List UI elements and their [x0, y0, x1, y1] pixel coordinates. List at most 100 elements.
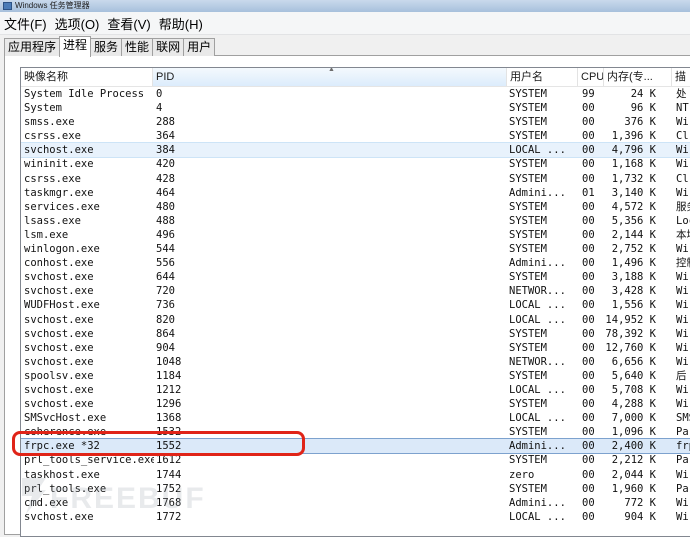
process-description: Par: [676, 426, 690, 439]
process-pid: 288: [156, 116, 175, 129]
process-description: Wi: [676, 243, 689, 256]
table-row[interactable]: lsm.exe 496 SYSTEM 00 2,144 K 本地: [21, 228, 690, 242]
table-row[interactable]: lsass.exe 488 SYSTEM 00 5,356 K Loc: [21, 214, 690, 228]
table-row[interactable]: services.exe 480 SYSTEM 00 4,572 K 服务: [21, 200, 690, 214]
process-memory: 12,760 K: [605, 341, 656, 354]
table-row[interactable]: svchost.exe 820 LOCAL ... 00 14,952 K Wi: [21, 313, 690, 327]
process-user: LOCAL ...: [509, 313, 566, 326]
table-row[interactable]: svchost.exe 904 SYSTEM 00 12,760 K Wi: [21, 341, 690, 355]
process-user: SYSTEM: [509, 426, 547, 439]
menu-options[interactable]: 选项(O): [51, 14, 104, 33]
process-description: 服务: [676, 200, 690, 213]
process-user: SYSTEM: [509, 228, 547, 241]
process-description: 本地: [676, 228, 690, 241]
process-cpu: 00: [582, 299, 595, 312]
table-row[interactable]: svchost.exe 1048 NETWOR... 00 6,656 K Wi: [21, 355, 690, 369]
process-cpu: 00: [582, 271, 595, 284]
table-row[interactable]: spoolsv.exe 1184 SYSTEM 00 5,640 K 后: [21, 369, 690, 383]
tab-users[interactable]: 用户: [183, 38, 216, 56]
tab-processes[interactable]: 进程: [59, 36, 92, 57]
process-user: SYSTEM: [509, 243, 547, 256]
process-description: frp: [676, 440, 690, 453]
tab-services[interactable]: 服务: [90, 38, 123, 56]
process-description: Wi: [676, 496, 689, 509]
process-name: svchost.exe: [24, 144, 94, 157]
process-memory: 1,168 K: [611, 158, 656, 171]
process-user: LOCAL ...: [509, 383, 566, 396]
process-pid: 464: [156, 186, 175, 199]
process-pid: 556: [156, 257, 175, 270]
table-row[interactable]: svchost.exe 864 SYSTEM 00 78,392 K Wi: [21, 327, 690, 341]
process-pid: 1752: [156, 482, 182, 495]
process-name: smss.exe: [24, 116, 75, 129]
process-pid: 488: [156, 214, 175, 227]
table-row[interactable]: conhost.exe 556 Admini... 00 1,496 K 控制: [21, 256, 690, 270]
process-cpu: 00: [582, 158, 595, 171]
process-name: System Idle Process: [24, 88, 145, 100]
process-pid: 1772: [156, 510, 182, 523]
column-memory[interactable]: 内存(专...: [604, 68, 672, 86]
process-name: lsm.exe: [24, 228, 69, 241]
table-row[interactable]: winlogon.exe 544 SYSTEM 00 2,752 K Wi: [21, 242, 690, 256]
process-user: SYSTEM: [509, 214, 547, 227]
table-row[interactable]: svchost.exe 720 NETWOR... 00 3,428 K Wi: [21, 284, 690, 298]
table-row[interactable]: System 4 SYSTEM 00 96 K NT: [21, 101, 690, 115]
process-name: svchost.exe: [24, 313, 94, 326]
table-row[interactable]: smss.exe 288 SYSTEM 00 376 K Wi: [21, 115, 690, 129]
table-row[interactable]: csrss.exe 364 SYSTEM 00 1,396 K Cl: [21, 129, 690, 143]
table-row[interactable]: SMSvcHost.exe 1368 LOCAL ... 00 7,000 K SMS: [21, 411, 690, 425]
table-row[interactable]: csrss.exe 428 SYSTEM 00 1,732 K Cl: [21, 172, 690, 186]
process-cpu: 00: [582, 200, 595, 213]
process-memory: 7,000 K: [611, 412, 656, 425]
process-cpu: 00: [582, 369, 595, 382]
process-user: LOCAL ...: [509, 510, 566, 523]
column-pid[interactable]: ▲ PID: [153, 68, 507, 86]
tab-performance[interactable]: 性能: [121, 38, 154, 56]
process-list[interactable]: 映像名称 ▲ PID 用户名 CPU 内存(专... 描 System Idle…: [20, 67, 690, 537]
column-user-name[interactable]: 用户名: [507, 68, 578, 86]
process-memory: 4,288 K: [611, 398, 656, 411]
table-row[interactable]: svchost.exe 384 LOCAL ... 00 4,796 K Wi: [21, 142, 690, 159]
process-memory: 2,400 K: [611, 440, 656, 453]
process-cpu: 00: [582, 510, 595, 523]
process-memory: 5,356 K: [611, 214, 656, 227]
table-row[interactable]: svchost.exe 1772 LOCAL ... 00 904 K Wi: [21, 510, 690, 524]
table-row[interactable]: prl_tools_service.exe 1612 SYSTEM 00 2,212 K…: [21, 453, 690, 467]
table-row[interactable]: svchost.exe 1212 LOCAL ... 00 5,708 K Wi: [21, 383, 690, 397]
process-pid: 1296: [156, 398, 182, 411]
column-cpu[interactable]: CPU: [578, 68, 604, 86]
process-name: svchost.exe: [24, 327, 94, 340]
process-name: prl_tools.exe: [24, 482, 107, 495]
table-row[interactable]: frpc.exe *32 1552 Admini... 00 2,400 K frp: [21, 438, 690, 455]
process-name: spoolsv.exe: [24, 369, 94, 382]
process-cpu: 00: [582, 440, 595, 453]
process-memory: 24 K: [630, 88, 656, 100]
menu-help[interactable]: 帮助(H): [155, 14, 207, 33]
process-memory: 2,752 K: [611, 243, 656, 256]
tab-networking[interactable]: 联网: [152, 38, 185, 56]
process-name: svchost.exe: [24, 271, 94, 284]
menu-view[interactable]: 查看(V): [103, 14, 154, 33]
process-description: SMS: [676, 412, 690, 425]
tab-applications[interactable]: 应用程序: [4, 38, 61, 56]
table-row[interactable]: cmd.exe 1768 Admini... 00 772 K Wi: [21, 496, 690, 510]
table-row[interactable]: wininit.exe 420 SYSTEM 00 1,168 K Wi: [21, 157, 690, 171]
table-row[interactable]: taskhost.exe 1744 zero 00 2,044 K Wi: [21, 468, 690, 482]
process-name: winlogon.exe: [24, 243, 100, 256]
table-row[interactable]: svchost.exe 1296 SYSTEM 00 4,288 K Wi: [21, 397, 690, 411]
column-image-name[interactable]: 映像名称: [21, 68, 153, 86]
table-row[interactable]: coherence.exe 1532 SYSTEM 00 1,096 K Par: [21, 425, 690, 439]
process-description: Wi: [676, 158, 689, 171]
table-row[interactable]: prl_tools.exe 1752 SYSTEM 00 1,960 K Par: [21, 482, 690, 496]
menu-file[interactable]: 文件(F): [0, 14, 51, 33]
table-row[interactable]: WUDFHost.exe 736 LOCAL ... 00 1,556 K Wi: [21, 298, 690, 312]
column-description[interactable]: 描: [672, 68, 690, 86]
process-cpu: 00: [582, 228, 595, 241]
title-bar: Windows 任务管理器: [0, 0, 690, 12]
process-user: LOCAL ...: [509, 412, 566, 425]
table-row[interactable]: System Idle Process 0 SYSTEM 99 24 K 处: [21, 87, 690, 101]
process-pid: 1184: [156, 369, 182, 382]
table-row[interactable]: taskmgr.exe 464 Admini... 01 3,140 K Wi: [21, 186, 690, 200]
process-description: NT: [676, 102, 689, 115]
table-row[interactable]: svchost.exe 644 SYSTEM 00 3,188 K Wi: [21, 270, 690, 284]
